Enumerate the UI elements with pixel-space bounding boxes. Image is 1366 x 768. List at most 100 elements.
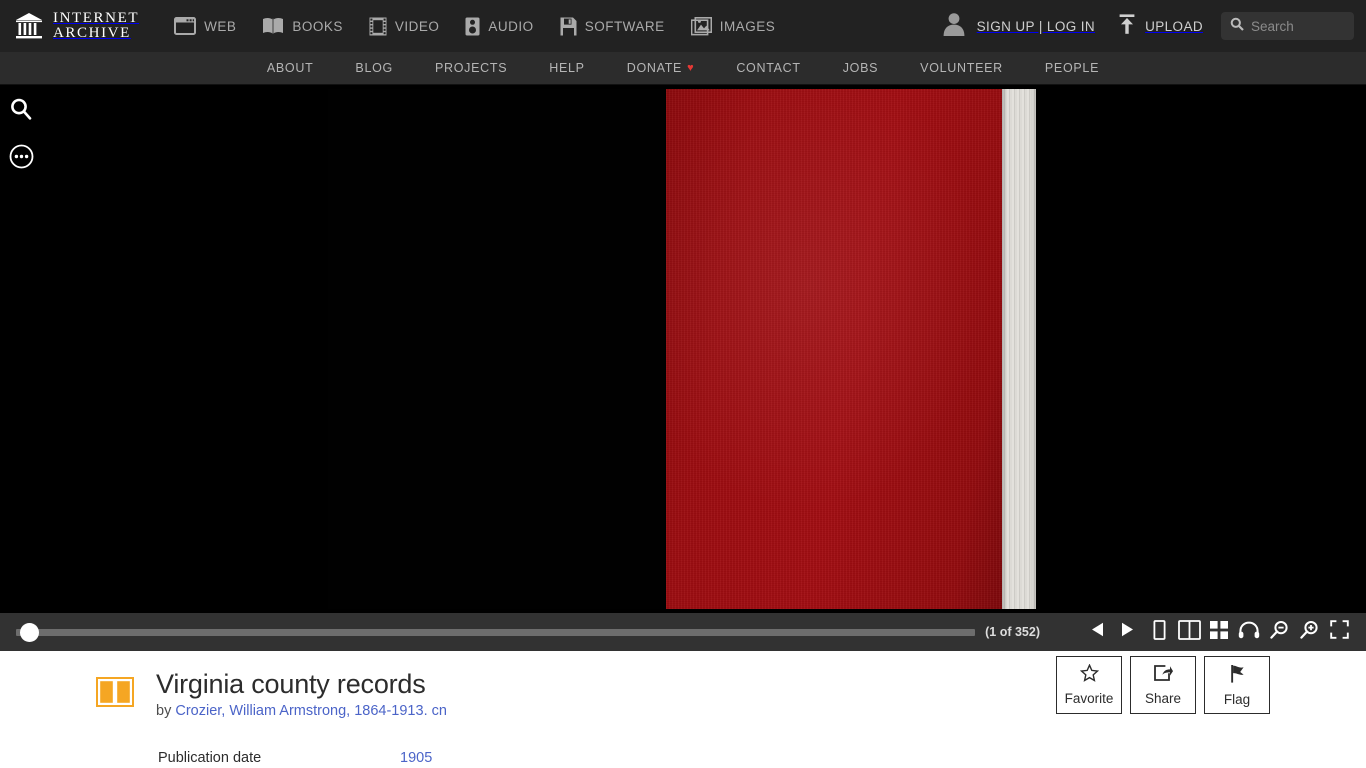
subnav-volunteer-label: VOLUNTEER bbox=[920, 61, 1003, 75]
read-aloud-button[interactable] bbox=[1234, 617, 1264, 647]
subnav-blog[interactable]: BLOG bbox=[334, 52, 414, 84]
subnav-people[interactable]: PEOPLE bbox=[1024, 52, 1120, 84]
previous-page-button[interactable] bbox=[1082, 617, 1112, 647]
publication-date-link[interactable]: 1905 bbox=[400, 750, 432, 766]
speaker-icon bbox=[465, 17, 480, 36]
nav-images[interactable]: IMAGES bbox=[678, 0, 789, 52]
search-placeholder: Search bbox=[1251, 18, 1294, 34]
zoom-out-button[interactable] bbox=[1264, 617, 1294, 647]
subnav-about[interactable]: ABOUT bbox=[246, 52, 335, 84]
magnifier-minus-icon bbox=[1269, 620, 1289, 645]
share-button[interactable]: Share bbox=[1130, 656, 1196, 714]
subnav-jobs[interactable]: JOBS bbox=[822, 52, 899, 84]
sign-up-log-in-label: SIGN UP | LOG IN bbox=[976, 18, 1096, 34]
subnav-jobs-label: JOBS bbox=[842, 61, 879, 75]
metadata-key: Publication date bbox=[158, 750, 262, 766]
metadata-list: Publication date 1905 bbox=[0, 747, 1366, 768]
more-options-button[interactable] bbox=[7, 144, 35, 173]
next-page-button[interactable] bbox=[1112, 617, 1142, 647]
one-page-view-button[interactable] bbox=[1144, 617, 1174, 647]
secondary-nav: ABOUT BLOG PROJECTS HELP DONATE ♥ CONTAC… bbox=[0, 52, 1366, 85]
flag-label: Flag bbox=[1223, 691, 1251, 707]
film-strip-icon bbox=[369, 17, 387, 36]
single-page-icon bbox=[1152, 619, 1167, 645]
page-slider-thumb[interactable] bbox=[20, 622, 39, 642]
byline-prefix: by bbox=[156, 703, 172, 719]
zoom-in-button[interactable] bbox=[1294, 617, 1324, 647]
heart-icon: ♥ bbox=[687, 62, 695, 74]
thumbnail-view-button[interactable] bbox=[1204, 617, 1234, 647]
nav-video[interactable]: VIDEO bbox=[356, 0, 453, 52]
page-stage[interactable] bbox=[328, 89, 1036, 609]
subnav-help-label: HELP bbox=[549, 61, 585, 75]
nav-images-label: IMAGES bbox=[719, 18, 776, 34]
expand-corners-icon bbox=[1329, 620, 1349, 644]
favorite-button[interactable]: Favorite bbox=[1056, 656, 1122, 714]
author-link[interactable]: Crozier, William Armstrong, 1864-1913. c… bbox=[175, 703, 447, 719]
subnav-contact-label: CONTACT bbox=[736, 61, 801, 75]
nav-audio-label: AUDIO bbox=[488, 18, 534, 34]
user-avatar-icon bbox=[941, 11, 967, 42]
nav-video-label: VIDEO bbox=[394, 18, 440, 34]
nav-books[interactable]: BOOKS bbox=[249, 0, 356, 52]
triangle-left-icon bbox=[1091, 622, 1104, 642]
upload-arrow-icon bbox=[1117, 13, 1137, 40]
reader-tool-buttons bbox=[1082, 617, 1354, 647]
search-inside-icon bbox=[9, 97, 33, 126]
two-page-icon bbox=[1177, 619, 1201, 645]
page-slider[interactable] bbox=[8, 613, 976, 651]
reader-side-toolbar bbox=[0, 85, 42, 613]
media-type-nav: WEB BOOKS VIDEO AUDIO SOFTWARE IMAGES bbox=[161, 0, 788, 52]
subnav-volunteer[interactable]: VOLUNTEER bbox=[899, 52, 1024, 84]
nav-software[interactable]: SOFTWARE bbox=[547, 0, 678, 52]
two-page-view-button[interactable] bbox=[1174, 617, 1204, 647]
header-right-group: SIGN UP | LOG IN UPLOAD Search bbox=[929, 11, 1354, 42]
open-book-icon bbox=[262, 17, 284, 35]
floppy-disk-icon bbox=[560, 17, 577, 36]
book-cover-cloth bbox=[666, 89, 1002, 609]
page-slider-track[interactable] bbox=[16, 628, 976, 636]
browser-window-icon bbox=[174, 17, 197, 35]
subnav-help[interactable]: HELP bbox=[528, 52, 605, 84]
page-image-recto-cover[interactable] bbox=[666, 89, 1036, 609]
search-input[interactable]: Search bbox=[1221, 12, 1354, 40]
subnav-people-label: PEOPLE bbox=[1044, 61, 1100, 75]
nav-web-label: WEB bbox=[204, 18, 237, 34]
subnav-donate[interactable]: DONATE ♥ bbox=[606, 52, 716, 84]
search-icon bbox=[1230, 17, 1244, 36]
share-label: Share bbox=[1144, 691, 1182, 706]
upload-button[interactable]: UPLOAD bbox=[1107, 13, 1213, 40]
site-header: INTERNET ARCHIVE WEB BOOKS VIDEO AUDIO S… bbox=[0, 0, 1366, 52]
subnav-projects[interactable]: PROJECTS bbox=[414, 52, 528, 84]
nav-web[interactable]: WEB bbox=[161, 0, 249, 52]
flag-icon bbox=[1228, 664, 1246, 688]
star-icon bbox=[1079, 663, 1099, 687]
metadata-value: 1905 bbox=[400, 747, 432, 768]
flag-button[interactable]: Flag bbox=[1204, 656, 1270, 714]
subnav-about-label: ABOUT bbox=[266, 61, 314, 75]
headphones-icon bbox=[1238, 621, 1260, 644]
item-details: Virginia county records by Crozier, Will… bbox=[0, 651, 1366, 768]
metadata-row: Publication date 1905 bbox=[158, 747, 1366, 768]
subnav-donate-label: DONATE bbox=[626, 61, 683, 75]
nav-software-label: SOFTWARE bbox=[584, 18, 665, 34]
orange-open-book-icon bbox=[96, 677, 134, 707]
subnav-projects-label: PROJECTS bbox=[434, 61, 508, 75]
nav-audio[interactable]: AUDIO bbox=[452, 0, 546, 52]
subnav-contact[interactable]: CONTACT bbox=[715, 52, 821, 84]
magnifier-plus-icon bbox=[1299, 620, 1319, 645]
internet-archive-logo[interactable]: INTERNET ARCHIVE bbox=[8, 11, 139, 41]
archive-columns-icon bbox=[14, 11, 44, 41]
sign-up-log-in-button[interactable]: SIGN UP | LOG IN bbox=[929, 11, 1107, 42]
reader-toolbar: (1 of 352) bbox=[0, 613, 1366, 651]
share-box-icon bbox=[1153, 664, 1173, 687]
item-action-buttons: Favorite Share Flag bbox=[1056, 656, 1270, 714]
subnav-blog-label: BLOG bbox=[355, 61, 393, 75]
page-image-verso[interactable] bbox=[328, 89, 665, 609]
logo-wordmark: INTERNET ARCHIVE bbox=[53, 10, 140, 41]
nav-books-label: BOOKS bbox=[292, 18, 343, 34]
search-inside-button[interactable] bbox=[7, 97, 35, 125]
fullscreen-button[interactable] bbox=[1324, 617, 1354, 647]
book-fore-edge bbox=[1002, 89, 1036, 609]
grid-icon bbox=[1209, 620, 1229, 645]
